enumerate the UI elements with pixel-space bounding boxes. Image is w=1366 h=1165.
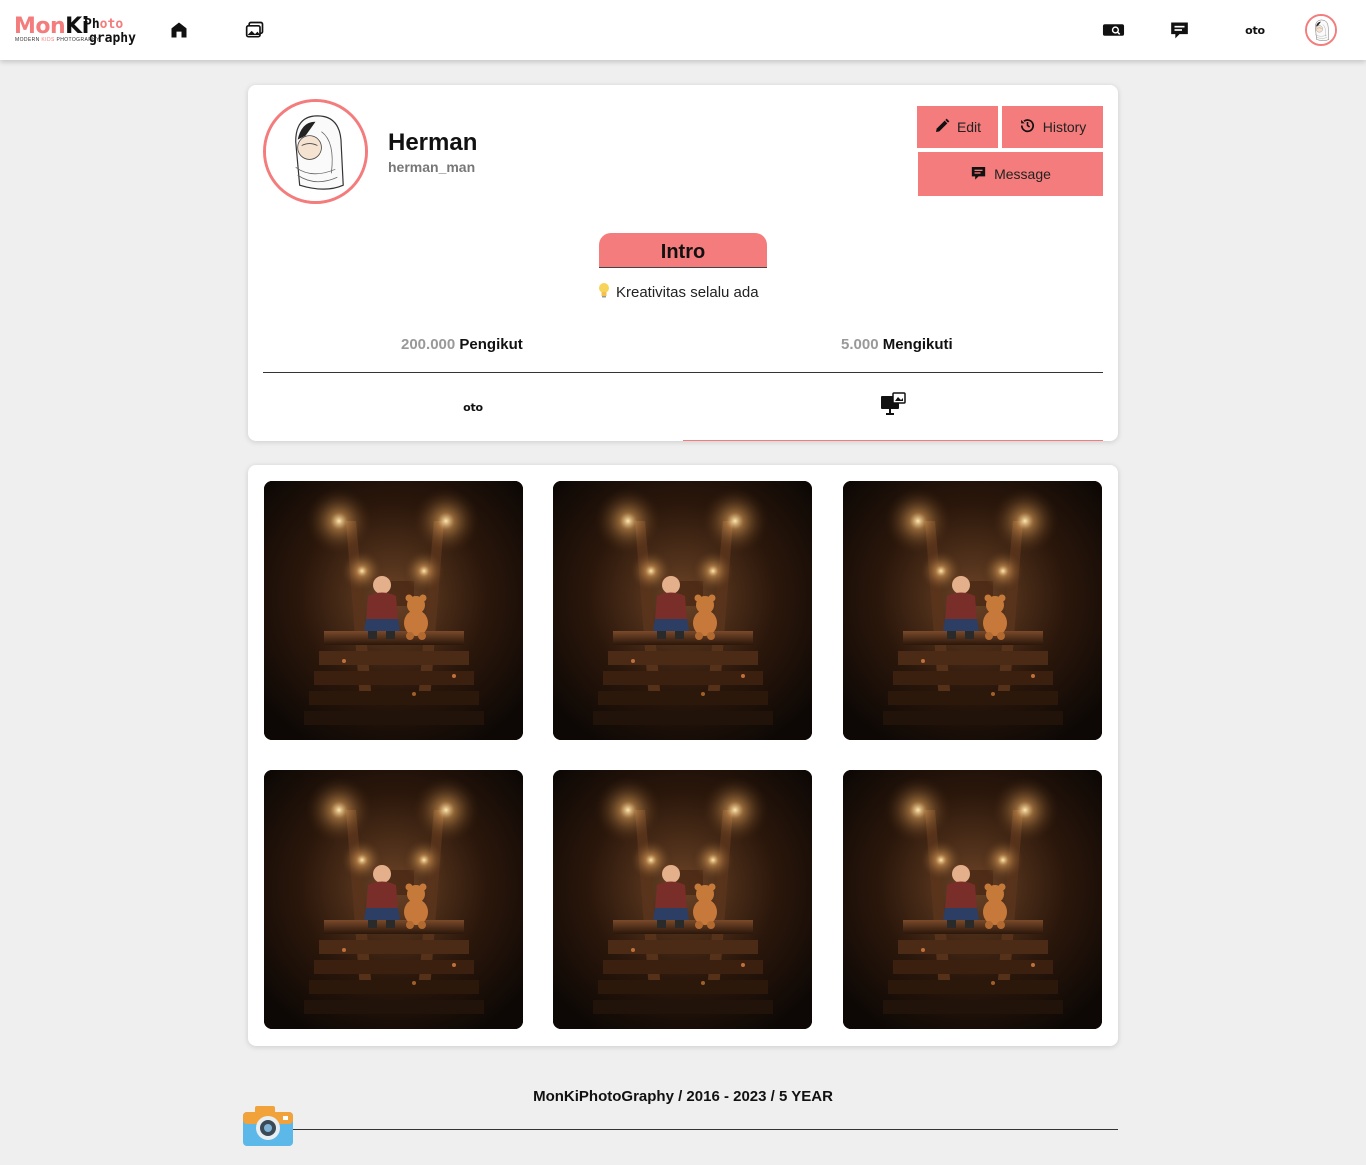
profile-card: Herman herman_man Edit History Message I… bbox=[248, 85, 1118, 441]
monitor-gallery-icon bbox=[880, 392, 906, 421]
logo-tagline: MODERN KIDS PHOTOGRAPHY bbox=[15, 37, 100, 43]
footer-text: MonKiPhotoGraphy / 2016 - 2023 / 5 YEAR bbox=[533, 1088, 833, 1105]
intro-text: Kreativitas selalu ada bbox=[616, 283, 759, 301]
followers-label: Pengikut bbox=[459, 336, 523, 353]
edit-button[interactable]: Edit bbox=[917, 106, 998, 148]
intro-heading: Intro bbox=[599, 233, 767, 268]
gallery-photo[interactable] bbox=[843, 770, 1102, 1029]
history-button[interactable]: History bbox=[1002, 106, 1103, 148]
history-label: History bbox=[1042, 119, 1087, 135]
message-icon bbox=[970, 165, 987, 184]
lightbulb-icon bbox=[598, 282, 610, 302]
profile-avatar[interactable] bbox=[263, 99, 368, 204]
profile-name: Herman bbox=[388, 129, 478, 156]
message-button[interactable]: Message bbox=[918, 152, 1103, 196]
oto-icon: oto bbox=[463, 400, 483, 414]
gallery-photo[interactable] bbox=[553, 770, 812, 1029]
tab-gallery[interactable] bbox=[683, 373, 1103, 441]
profile-username: herman_man bbox=[388, 159, 476, 175]
oto-icon[interactable]: oto bbox=[1240, 21, 1270, 39]
photos-icon[interactable] bbox=[244, 19, 266, 41]
photo-gallery bbox=[248, 465, 1118, 1046]
following-count: 5.000 bbox=[841, 336, 879, 353]
id-card-search-icon[interactable] bbox=[1101, 20, 1125, 40]
brand-logo[interactable]: MonKi Photo graphy MODERN KIDS PHOTOGRAP… bbox=[14, 12, 136, 48]
followers-stat[interactable]: 200.000 Pengikut bbox=[401, 336, 523, 353]
footer-divider bbox=[293, 1129, 1118, 1130]
chat-icon[interactable] bbox=[1167, 19, 1191, 41]
following-label: Mengikuti bbox=[882, 336, 953, 353]
intro-line: Kreativitas selalu ada bbox=[598, 282, 769, 302]
followers-count: 200.000 bbox=[401, 336, 456, 353]
gallery-photo[interactable] bbox=[553, 481, 812, 740]
pencil-icon bbox=[934, 118, 950, 137]
gallery-photo[interactable] bbox=[843, 481, 1102, 740]
tab-oto[interactable]: oto bbox=[263, 373, 683, 441]
following-stat[interactable]: 5.000 Mengikuti bbox=[841, 336, 953, 353]
history-icon bbox=[1019, 117, 1036, 137]
user-avatar[interactable] bbox=[1305, 14, 1337, 46]
gallery-photo[interactable] bbox=[264, 770, 523, 1029]
logo-photo-text: Photo bbox=[84, 17, 124, 32]
edit-label: Edit bbox=[956, 119, 982, 135]
message-label: Message bbox=[994, 166, 1051, 182]
camera-icon bbox=[243, 1104, 293, 1146]
top-navbar: MonKi Photo graphy MODERN KIDS PHOTOGRAP… bbox=[0, 0, 1366, 60]
home-icon[interactable] bbox=[168, 19, 190, 41]
gallery-photo[interactable] bbox=[264, 481, 523, 740]
